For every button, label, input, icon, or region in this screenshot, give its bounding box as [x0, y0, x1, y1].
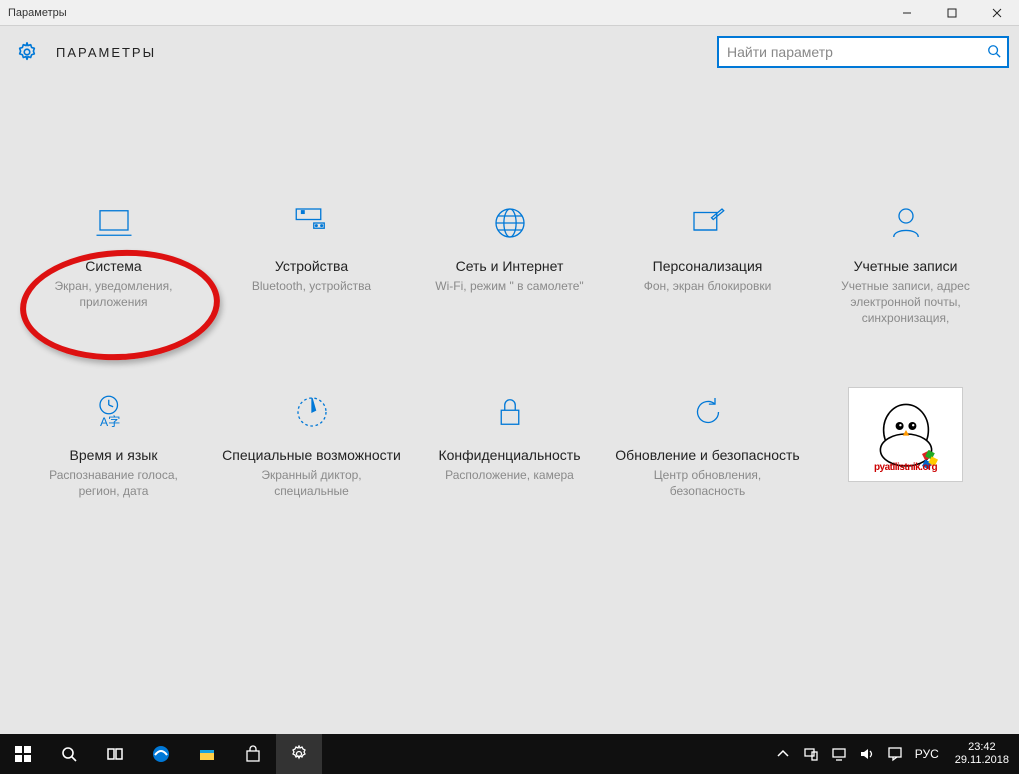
taskbar-search[interactable] — [46, 734, 92, 774]
tile-title: Учетные записи — [811, 258, 1001, 274]
tile-title: Время и язык — [19, 447, 209, 463]
taskbar-explorer[interactable] — [184, 734, 230, 774]
paint-icon — [613, 198, 803, 248]
taskbar-edge[interactable] — [138, 734, 184, 774]
watermark-image: pyatilistnik.org — [848, 387, 963, 482]
tray-time: 23:42 — [955, 741, 1009, 754]
settings-header: ПАРАМЕТРЫ — [0, 26, 1019, 78]
taskbar-settings[interactable] — [276, 734, 322, 774]
time-language-icon: A字 — [19, 387, 209, 437]
close-button[interactable] — [974, 0, 1019, 26]
system-tray: РУС 23:42 29.11.2018 — [769, 734, 1019, 774]
title-bar: Параметры — [0, 0, 1019, 26]
tray-action-center-icon[interactable] — [881, 734, 909, 774]
tray-devices-icon[interactable] — [797, 734, 825, 774]
tile-desc: Экранный диктор, специальные — [217, 467, 407, 499]
search-wrap — [717, 36, 1009, 68]
tile-desc: Учетные записи, адрес электронной почты,… — [811, 278, 1001, 327]
globe-icon — [415, 198, 605, 248]
window-title: Параметры — [0, 7, 67, 19]
tile-desc: Распознавание голоса, регион, дата — [19, 467, 209, 499]
category-grid: Система Экран, уведомления, приложения У… — [19, 198, 1001, 499]
tile-desc: Bluetooth, устройства — [217, 278, 407, 294]
watermark-text: pyatilistnik.org — [874, 462, 937, 473]
tile-title: Система — [19, 258, 209, 274]
taskbar: РУС 23:42 29.11.2018 — [0, 734, 1019, 774]
tray-network-icon[interactable] — [825, 734, 853, 774]
tile-title: Сеть и Интернет — [415, 258, 605, 274]
tile-privacy[interactable]: Конфиденциальность Расположение, камера — [415, 387, 605, 499]
tile-ease-of-access[interactable]: Специальные возможности Экранный диктор,… — [217, 387, 407, 499]
tile-desc: Экран, уведомления, приложения — [19, 278, 209, 310]
tray-date: 29.11.2018 — [955, 754, 1009, 767]
svg-text:A字: A字 — [100, 414, 120, 429]
tray-chevron-up-icon[interactable] — [769, 734, 797, 774]
tile-title: Специальные возможности — [217, 447, 407, 463]
tile-desc: Расположение, камера — [415, 467, 605, 483]
tile-time-language[interactable]: A字 Время и язык Распознавание голоса, ре… — [19, 387, 209, 499]
ease-icon — [217, 387, 407, 437]
start-button[interactable] — [0, 734, 46, 774]
settings-content: Система Экран, уведомления, приложения У… — [0, 78, 1019, 499]
taskbar-store[interactable] — [230, 734, 276, 774]
gear-icon — [16, 41, 38, 63]
search-input[interactable] — [717, 36, 1009, 68]
search-icon — [987, 44, 1001, 58]
tile-network[interactable]: Сеть и Интернет Wi-Fi, режим " в самолет… — [415, 198, 605, 327]
minimize-button[interactable] — [884, 0, 929, 26]
tile-accounts[interactable]: Учетные записи Учетные записи, адрес эле… — [811, 198, 1001, 327]
tray-volume-icon[interactable] — [853, 734, 881, 774]
tile-title: Персонализация — [613, 258, 803, 274]
tile-title: Обновление и безопасность — [613, 447, 803, 463]
person-icon — [811, 198, 1001, 248]
page-title: ПАРАМЕТРЫ — [56, 45, 156, 60]
lock-icon — [415, 387, 605, 437]
update-icon — [613, 387, 803, 437]
tile-desc: Фон, экран блокировки — [613, 278, 803, 294]
maximize-button[interactable] — [929, 0, 974, 26]
tile-devices[interactable]: Устройства Bluetooth, устройства — [217, 198, 407, 327]
tile-system[interactable]: Система Экран, уведомления, приложения — [19, 198, 209, 327]
tile-personalization[interactable]: Персонализация Фон, экран блокировки — [613, 198, 803, 327]
tile-desc: Wi-Fi, режим " в самолете" — [415, 278, 605, 294]
tray-clock[interactable]: 23:42 29.11.2018 — [945, 741, 1019, 767]
tray-language[interactable]: РУС — [909, 734, 945, 774]
watermark-badge: pyatilistnik.org — [811, 387, 1001, 499]
task-view-button[interactable] — [92, 734, 138, 774]
tile-title: Конфиденциальность — [415, 447, 605, 463]
display-icon — [19, 198, 209, 248]
tile-update-security[interactable]: Обновление и безопасность Центр обновлен… — [613, 387, 803, 499]
devices-icon — [217, 198, 407, 248]
tile-title: Устройства — [217, 258, 407, 274]
tile-desc: Центр обновления, безопасность — [613, 467, 803, 499]
